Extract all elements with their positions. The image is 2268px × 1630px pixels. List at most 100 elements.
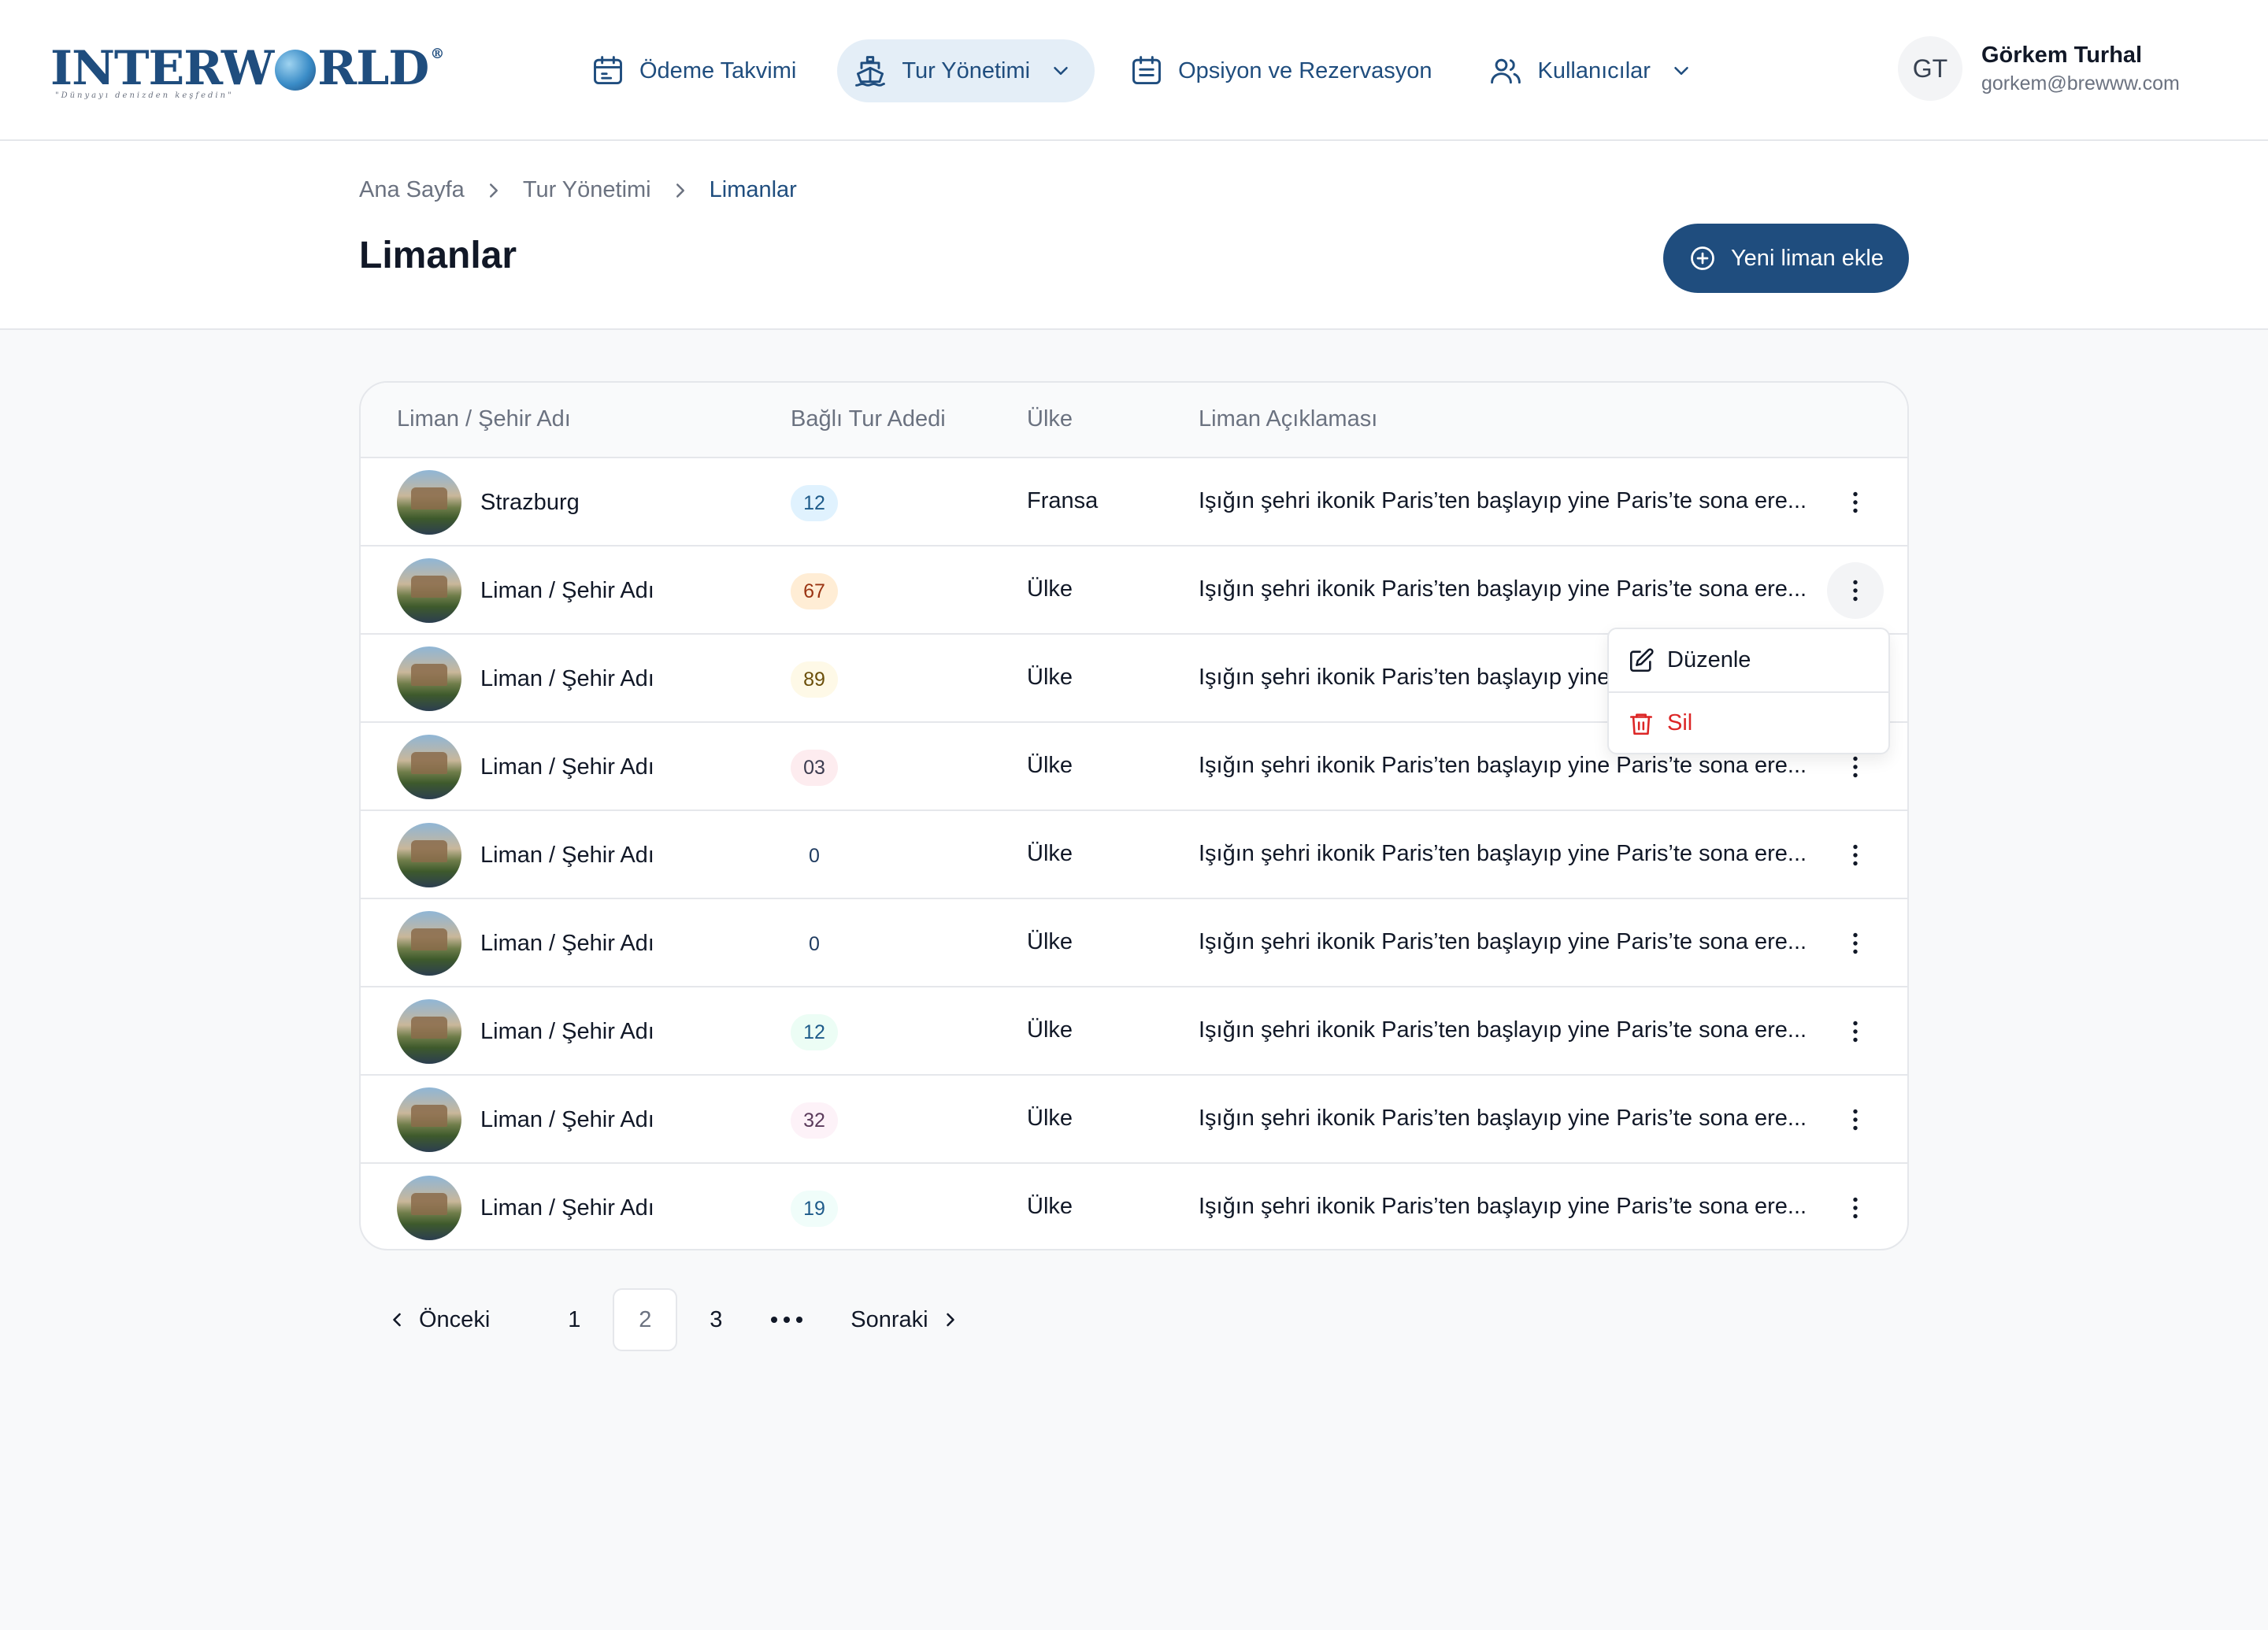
table-row[interactable]: Liman / Şehir Adı 32 Ülke Işığın şehri ikon…	[361, 1076, 1907, 1164]
port-thumbnail	[397, 470, 461, 535]
port-name-cell: Liman / Şehir Adı	[397, 1087, 654, 1153]
table-row[interactable]: Liman / Şehir Adı 0 Ülke Işığın şehri ikoni…	[361, 899, 1907, 987]
table-row[interactable]: Liman / Şehir Adı 19 Ülke Işığın şehri ikon…	[361, 1164, 1907, 1249]
column-header-name[interactable]: Liman / Şehir Adı	[397, 406, 571, 432]
previous-label: Önceki	[419, 1306, 491, 1332]
interworld-logo[interactable]: INTERW RLD ® "Dünyayı denizden keşfedin"	[50, 41, 444, 104]
ship-icon	[855, 56, 886, 87]
edit-label: Düzenle	[1667, 647, 1751, 672]
port-name-cell: Liman / Şehir Adı	[397, 910, 654, 976]
more-pages-icon[interactable]	[754, 1288, 819, 1351]
add-port-button[interactable]: Yeni liman ekle	[1663, 224, 1909, 293]
description-cell: Işığın şehri ikonik Paris’ten başlayıp y…	[1199, 1194, 1807, 1219]
edit-icon	[1629, 647, 1654, 672]
tour-count-badge: 67	[791, 573, 838, 609]
table-body: Strazburg 12 Fransa Işığın şehri ikonik Par…	[361, 458, 1907, 1249]
column-header-description[interactable]: Liman Açıklaması	[1199, 406, 1377, 432]
previous-page-button[interactable]: Önceki	[386, 1307, 490, 1333]
nav-label: Opsiyon ve Rezervasyon	[1178, 57, 1432, 83]
user-profile[interactable]: GT Görkem Turhal gorkem@brewww.com	[1898, 36, 2180, 101]
tour-count-cell: 12	[791, 485, 838, 521]
tour-count-cell: 67	[791, 573, 838, 609]
port-name: Liman / Şehir Adı	[480, 1106, 654, 1132]
port-name: Liman / Şehir Adı	[480, 1195, 654, 1221]
port-name: Liman / Şehir Adı	[480, 930, 654, 956]
port-thumbnail	[397, 646, 461, 711]
country-cell: Ülke	[1027, 753, 1073, 778]
row-actions-button[interactable]	[1827, 827, 1884, 884]
edit-menu-item[interactable]: Düzenle	[1609, 629, 1888, 691]
country-cell: Ülke	[1027, 665, 1073, 690]
breadcrumb-tur-yonetimi[interactable]: Tur Yönetimi	[523, 177, 651, 203]
pagination: Önceki 1 2 3 Sonraki	[359, 1288, 962, 1351]
more-vertical-icon	[1853, 1109, 1858, 1131]
country-cell: Ülke	[1027, 1017, 1073, 1043]
page-3-button[interactable]: 3	[684, 1288, 748, 1351]
nav-label: Tur Yönetimi	[902, 57, 1031, 83]
nav-item-kullanicilar[interactable]: Kullanıcılar	[1473, 39, 1714, 102]
chevron-right-icon	[489, 183, 498, 198]
logo-tagline: "Dünyayı denizden keşfedin"	[55, 91, 234, 100]
table-row[interactable]: Liman / Şehir Adı 0 Ülke Işığın şehri ikoni…	[361, 811, 1907, 899]
tour-count-badge: 03	[791, 750, 838, 786]
tour-count-cell: 19	[791, 1191, 838, 1227]
table-row[interactable]: Liman / Şehir Adı 67 Ülke Işığın şehri ikon…	[361, 546, 1907, 635]
tour-count-badge: 0	[791, 838, 838, 874]
next-page-button[interactable]: Sonraki	[850, 1307, 961, 1333]
country-cell: Fransa	[1027, 488, 1099, 513]
logo-wordmark: INTERW RLD ®	[50, 41, 444, 96]
column-header-count[interactable]: Bağlı Tur Adedi	[791, 406, 946, 432]
more-vertical-icon	[1853, 932, 1858, 954]
row-actions-button[interactable]	[1827, 1003, 1884, 1060]
port-name-cell: Liman / Şehir Adı	[397, 1175, 654, 1241]
port-thumbnail	[397, 911, 461, 976]
tour-count-cell: 12	[791, 1014, 838, 1050]
table-row[interactable]: Strazburg 12 Fransa Işığın şehri ikonik Par…	[361, 458, 1907, 546]
table-header: Liman / Şehir Adı Bağlı Tur Adedi Ülke L…	[361, 383, 1907, 458]
row-actions-button[interactable]	[1827, 1091, 1884, 1148]
page-1-button[interactable]: 1	[542, 1288, 606, 1351]
row-actions-button[interactable]	[1827, 562, 1884, 619]
row-actions-button[interactable]	[1827, 915, 1884, 972]
description-cell: Işığın şehri ikonik Paris’ten başlayıp y…	[1199, 753, 1807, 778]
port-thumbnail	[397, 735, 461, 799]
avatar: GT	[1898, 36, 1962, 101]
user-name: Görkem Turhal	[1981, 43, 2143, 68]
nav-item-tur-yonetimi[interactable]: Tur Yönetimi	[837, 39, 1095, 102]
port-name-cell: Strazburg	[397, 469, 580, 535]
page-2-button[interactable]: 2	[613, 1288, 678, 1351]
column-header-country[interactable]: Ülke	[1027, 406, 1073, 432]
row-action-menu: Düzenle Sil	[1607, 628, 1890, 754]
breadcrumb-limanlar: Limanlar	[709, 177, 797, 202]
tour-count-cell: 89	[791, 661, 838, 698]
nav-item-odeme-takvimi[interactable]: Ödeme Takvimi	[575, 39, 818, 102]
breadcrumb-ana-sayfa[interactable]: Ana Sayfa	[359, 177, 465, 203]
description-cell: Işığın şehri ikonik Paris’ten başlayıp y…	[1199, 1106, 1807, 1131]
chevron-right-icon	[946, 1313, 954, 1327]
calendar-icon	[594, 56, 622, 85]
row-actions-button[interactable]	[1827, 1180, 1884, 1236]
port-name: Liman / Şehir Adı	[480, 1018, 654, 1044]
breadcrumb: Ana Sayfa Tur Yönetimi Limanlar	[359, 177, 797, 203]
country-cell: Ülke	[1027, 929, 1073, 954]
chevron-down-icon	[1674, 67, 1688, 75]
port-name: Liman / Şehir Adı	[480, 842, 654, 868]
port-thumbnail	[397, 999, 461, 1064]
tour-count-badge: 12	[791, 485, 838, 521]
description-cell: Işığın şehri ikonik Paris’ten başlayıp y…	[1199, 1017, 1807, 1043]
globe-icon	[275, 50, 317, 91]
row-actions-button[interactable]	[1827, 474, 1884, 531]
tour-count-badge: 12	[791, 1014, 838, 1050]
port-thumbnail	[397, 558, 461, 623]
tour-count-badge: 19	[791, 1191, 838, 1227]
more-vertical-icon	[1853, 756, 1858, 778]
nav-label: Kullanıcılar	[1537, 57, 1651, 83]
table-row[interactable]: Liman / Şehir Adı 12 Ülke Işığın şehri ikon…	[361, 987, 1907, 1076]
chevron-down-icon	[1054, 67, 1068, 75]
chevron-right-icon	[676, 183, 684, 198]
delete-menu-item[interactable]: Sil	[1609, 691, 1888, 754]
nav-item-opsiyon-rezervasyon[interactable]: Opsiyon ve Rezervasyon	[1114, 39, 1454, 102]
ellipsis-icon	[771, 1317, 803, 1323]
calendar-list-icon	[1132, 56, 1162, 85]
description-cell: Işığın şehri ikonik Paris’ten başlayıp y…	[1199, 929, 1807, 954]
